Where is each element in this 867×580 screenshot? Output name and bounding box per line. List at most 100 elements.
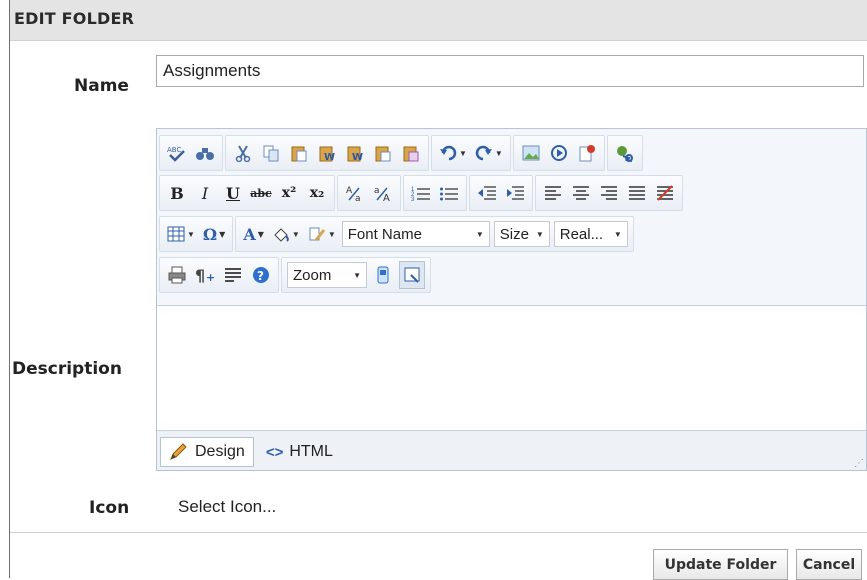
svg-text:A: A [346,186,353,196]
resize-handle-icon[interactable]: ⋰ [854,458,864,469]
format-stripper-icon[interactable]: ▼ [306,221,338,247]
font-name-select[interactable]: Font Name ▼ [341,221,490,247]
name-label: Name [74,76,129,96]
toolbar-group-tools: ¶ + ? [159,257,279,293]
bulleted-list-icon[interactable] [437,180,461,206]
highlight-icon[interactable]: ▼ [270,221,302,247]
toolbar-row-2: B I U abc x² x₂ Aa aA 1 2 3 [159,174,685,212]
toolbar-group-case: Aa aA [337,175,401,211]
real-font-size-select[interactable]: Real... ▼ [553,221,628,247]
zoom-label: Zoom [293,266,332,284]
media-icon[interactable] [547,140,571,166]
svg-text:3: 3 [411,197,415,202]
italic-button[interactable]: I [193,180,217,206]
bold-button[interactable]: B [165,180,189,206]
toolbar-group-table: ▼ Ω ▼ [159,216,234,252]
svg-text:a: a [355,194,361,202]
svg-text:W: W [352,152,363,162]
toolbar-row-4: ¶ + ? Zoom ▼ [159,256,433,294]
html-mode-tab[interactable]: <> HTML [258,437,341,467]
svg-text:?: ? [257,269,264,283]
editor-mode-bar: Design <> HTML ⋰ [157,430,866,470]
editor-content-area[interactable] [157,306,866,430]
code-brackets-icon: <> [265,443,284,461]
spellcheck-icon[interactable]: ABC [165,140,189,166]
font-color-button[interactable]: A ▼ [241,221,266,247]
subscript-button[interactable]: x₂ [305,180,329,206]
toolbar-group-lists: 123 [403,175,467,211]
hyperlink-icon[interactable] [613,140,637,166]
font-size-label: Size [499,225,529,243]
svg-text:+: + [206,271,215,284]
image-icon[interactable] [519,140,543,166]
justify-icon[interactable] [625,180,649,206]
print-icon[interactable] [165,262,189,288]
rich-text-editor: ABC W W ▼ ▼ B I U abc x² x₂ A a a A 1 2 … [156,128,867,471]
dialog-title: EDIT FOLDER [14,9,135,28]
paste-as-icon[interactable] [399,140,423,166]
font-color-label: A [243,224,256,244]
edit-folder-dialog: EDIT FOLDER Name Description ABC [9,0,867,580]
editor-toolbar: ABC W W ▼ ▼ B I U abc x² x₂ A a a A 1 2 … [157,129,866,306]
toolbar-group-format: B I U abc x² x₂ [159,175,335,211]
icon-label: Icon [89,498,130,518]
table-icon[interactable]: ▼ [165,221,197,247]
copy-icon[interactable] [259,140,283,166]
design-mode-tab[interactable]: Design [160,437,254,467]
toolbar-group-indent [469,175,533,211]
dialog-footer: Update Folder Cancel [10,532,867,580]
fullscreen-icon[interactable] [399,261,425,289]
align-center-icon[interactable] [569,180,593,206]
design-mode-label: Design [195,443,245,460]
cut-icon[interactable] [231,140,255,166]
module-manager-icon[interactable] [371,262,395,288]
undo-icon[interactable]: ▼ [437,140,469,166]
toolbar-group-color: A ▼ ▼ ▼ Font Name ▼ Size ▼ Real... ▼ [235,216,634,252]
remove-align-icon[interactable] [653,180,677,206]
cancel-button[interactable]: Cancel [796,549,862,580]
name-input[interactable] [156,55,864,87]
align-right-icon[interactable] [597,180,621,206]
toolbar-group-align [535,175,683,211]
strikethrough-button[interactable]: abc [249,180,273,206]
uppercase-icon[interactable]: aA [371,180,395,206]
numbered-list-icon[interactable]: 123 [409,180,433,206]
align-left-icon[interactable] [541,180,565,206]
svg-text:ABC: ABC [167,146,181,154]
toolbar-group-spell: ABC [159,135,223,171]
font-size-select[interactable]: Size ▼ [493,221,550,247]
real-font-size-label: Real... [559,225,604,243]
paragraph-marks-icon[interactable]: ¶ + [193,262,217,288]
indent-icon[interactable] [503,180,527,206]
description-label: Description [12,359,122,379]
find-icon[interactable] [193,140,217,166]
lowercase-icon[interactable]: Aa [343,180,367,206]
flash-icon[interactable] [575,140,599,166]
pencil-icon [170,443,187,460]
symbol-button[interactable]: Ω ▼ [201,221,227,247]
zoom-select[interactable]: Zoom ▼ [287,262,367,288]
help-icon[interactable]: ? [249,262,273,288]
toolbar-group-zoom: Zoom ▼ [281,257,431,293]
toolbar-group-clipboard: W W [225,135,429,171]
select-icon-link[interactable]: Select Icon... [178,497,276,517]
update-folder-button[interactable]: Update Folder [653,549,788,580]
paste-html-icon[interactable] [371,140,395,166]
svg-text:¶: ¶ [195,266,205,284]
superscript-button[interactable]: x² [277,180,301,206]
paragraph-icon[interactable] [221,262,245,288]
svg-text:A: A [383,193,390,202]
paste-plain-icon[interactable]: W [343,140,367,166]
toolbar-group-insert [512,135,605,171]
toolbar-row-1: ABC W W ▼ ▼ [159,134,645,172]
redo-icon[interactable]: ▼ [473,140,505,166]
paste-icon[interactable] [287,140,311,166]
outdent-icon[interactable] [475,180,499,206]
dialog-title-bar: EDIT FOLDER [10,0,867,41]
underline-button[interactable]: U [221,180,245,206]
toolbar-group-history: ▼ ▼ [431,135,511,171]
svg-text:a: a [374,186,380,196]
symbol-label: Ω [202,224,218,244]
html-mode-label: HTML [289,443,333,460]
paste-word-icon[interactable]: W [315,140,339,166]
